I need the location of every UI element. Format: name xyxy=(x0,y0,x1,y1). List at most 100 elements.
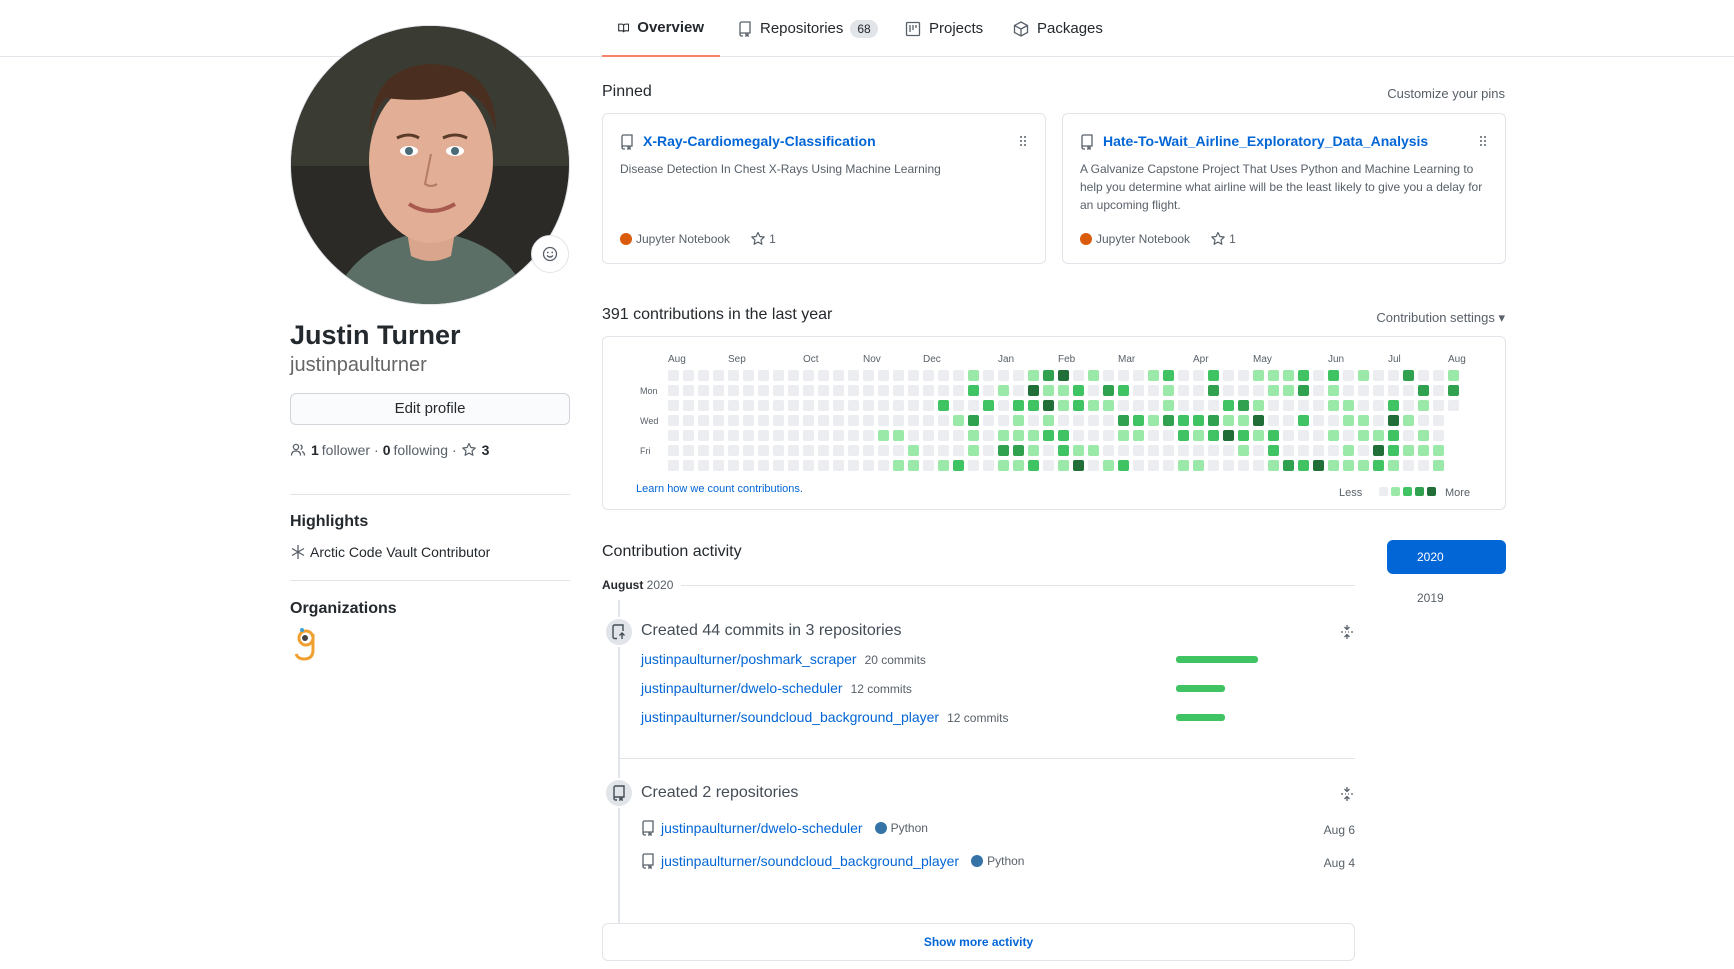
contribution-day[interactable] xyxy=(1358,385,1369,396)
tab-overview[interactable]: Overview xyxy=(602,0,720,57)
contribution-day[interactable] xyxy=(1328,400,1339,411)
contribution-day[interactable] xyxy=(683,445,694,456)
contribution-day[interactable] xyxy=(1013,460,1024,471)
contribution-day[interactable] xyxy=(1148,460,1159,471)
contribution-day[interactable] xyxy=(1433,370,1444,381)
contribution-day[interactable] xyxy=(1133,385,1144,396)
contribution-day[interactable] xyxy=(878,385,889,396)
contribution-day[interactable] xyxy=(1148,445,1159,456)
contribution-day[interactable] xyxy=(1193,415,1204,426)
contribution-day[interactable] xyxy=(878,400,889,411)
contribution-day[interactable] xyxy=(1283,430,1294,441)
contribution-day[interactable] xyxy=(713,460,724,471)
contribution-day[interactable] xyxy=(1283,460,1294,471)
contribution-day[interactable] xyxy=(1028,370,1039,381)
contribution-day[interactable] xyxy=(1208,430,1219,441)
contribution-day[interactable] xyxy=(1448,385,1459,396)
contribution-day[interactable] xyxy=(668,415,679,426)
contribution-day[interactable] xyxy=(818,385,829,396)
contribution-day[interactable] xyxy=(1208,460,1219,471)
contribution-day[interactable] xyxy=(1118,460,1129,471)
contribution-day[interactable] xyxy=(1058,400,1069,411)
contribution-day[interactable] xyxy=(1403,400,1414,411)
contribution-day[interactable] xyxy=(1403,370,1414,381)
contribution-day[interactable] xyxy=(728,385,739,396)
contribution-day[interactable] xyxy=(938,400,949,411)
contribution-day[interactable] xyxy=(1448,370,1459,381)
contribution-day[interactable] xyxy=(1373,385,1384,396)
contribution-day[interactable] xyxy=(953,385,964,396)
contribution-day[interactable] xyxy=(743,385,754,396)
contribution-day[interactable] xyxy=(713,400,724,411)
contribution-day[interactable] xyxy=(1433,415,1444,426)
stars-count[interactable]: 3 xyxy=(482,442,490,458)
contribution-day[interactable] xyxy=(758,370,769,381)
contribution-day[interactable] xyxy=(1298,415,1309,426)
contribution-day[interactable] xyxy=(1328,415,1339,426)
contribution-day[interactable] xyxy=(1118,430,1129,441)
contribution-day[interactable] xyxy=(1238,415,1249,426)
contribution-day[interactable] xyxy=(818,400,829,411)
contribution-day[interactable] xyxy=(683,370,694,381)
contribution-day[interactable] xyxy=(1208,400,1219,411)
contribution-day[interactable] xyxy=(863,385,874,396)
contribution-day[interactable] xyxy=(1103,385,1114,396)
set-status-button[interactable] xyxy=(531,235,569,273)
contribution-day[interactable] xyxy=(1268,430,1279,441)
contribution-day[interactable] xyxy=(1283,400,1294,411)
contribution-day[interactable] xyxy=(1208,385,1219,396)
contribution-day[interactable] xyxy=(1073,370,1084,381)
contribution-day[interactable] xyxy=(1313,415,1324,426)
contribution-day[interactable] xyxy=(1133,370,1144,381)
contribution-day[interactable] xyxy=(878,430,889,441)
contribution-day[interactable] xyxy=(1178,445,1189,456)
contribution-day[interactable] xyxy=(803,430,814,441)
contribution-day[interactable] xyxy=(1208,445,1219,456)
contribution-settings-dropdown[interactable]: Contribution settings ▾ xyxy=(1376,310,1505,326)
contribution-day[interactable] xyxy=(968,415,979,426)
contribution-day[interactable] xyxy=(1208,415,1219,426)
contribution-day[interactable] xyxy=(1223,385,1234,396)
contribution-day[interactable] xyxy=(1043,445,1054,456)
contribution-day[interactable] xyxy=(1403,460,1414,471)
contribution-day[interactable] xyxy=(863,415,874,426)
pinned-repo-link[interactable]: Hate-To-Wait_Airline_Exploratory_Data_An… xyxy=(1103,133,1428,149)
contribution-day[interactable] xyxy=(893,400,904,411)
contribution-day[interactable] xyxy=(818,445,829,456)
contribution-day[interactable] xyxy=(1448,400,1459,411)
contribution-day[interactable] xyxy=(788,385,799,396)
contribution-day[interactable] xyxy=(893,445,904,456)
contribution-day[interactable] xyxy=(1208,370,1219,381)
contribution-day[interactable] xyxy=(1088,370,1099,381)
contribution-day[interactable] xyxy=(1028,430,1039,441)
contribution-day[interactable] xyxy=(1058,385,1069,396)
contribution-day[interactable] xyxy=(1418,415,1429,426)
contribution-day[interactable] xyxy=(1313,430,1324,441)
contribution-day[interactable] xyxy=(713,430,724,441)
contribution-day[interactable] xyxy=(1343,385,1354,396)
commit-count-link[interactable]: 12 commits xyxy=(851,682,912,696)
contribution-day[interactable] xyxy=(1418,370,1429,381)
followers-count[interactable]: 1 xyxy=(311,442,319,458)
contribution-day[interactable] xyxy=(1058,460,1069,471)
contribution-day[interactable] xyxy=(1238,445,1249,456)
contribution-day[interactable] xyxy=(908,430,919,441)
contribution-day[interactable] xyxy=(908,370,919,381)
contribution-day[interactable] xyxy=(668,430,679,441)
contribution-day[interactable] xyxy=(1313,460,1324,471)
contribution-day[interactable] xyxy=(938,430,949,441)
contribution-day[interactable] xyxy=(1133,430,1144,441)
contribution-day[interactable] xyxy=(1118,370,1129,381)
contribution-day[interactable] xyxy=(818,460,829,471)
contribution-day[interactable] xyxy=(683,385,694,396)
contribution-day[interactable] xyxy=(1028,415,1039,426)
contribution-day[interactable] xyxy=(983,370,994,381)
contribution-day[interactable] xyxy=(1193,430,1204,441)
contribution-day[interactable] xyxy=(788,430,799,441)
contribution-day[interactable] xyxy=(1433,460,1444,471)
fold-icon[interactable] xyxy=(1340,786,1354,802)
contribution-day[interactable] xyxy=(1298,385,1309,396)
contribution-day[interactable] xyxy=(1373,430,1384,441)
contribution-day[interactable] xyxy=(818,415,829,426)
contribution-day[interactable] xyxy=(1388,400,1399,411)
